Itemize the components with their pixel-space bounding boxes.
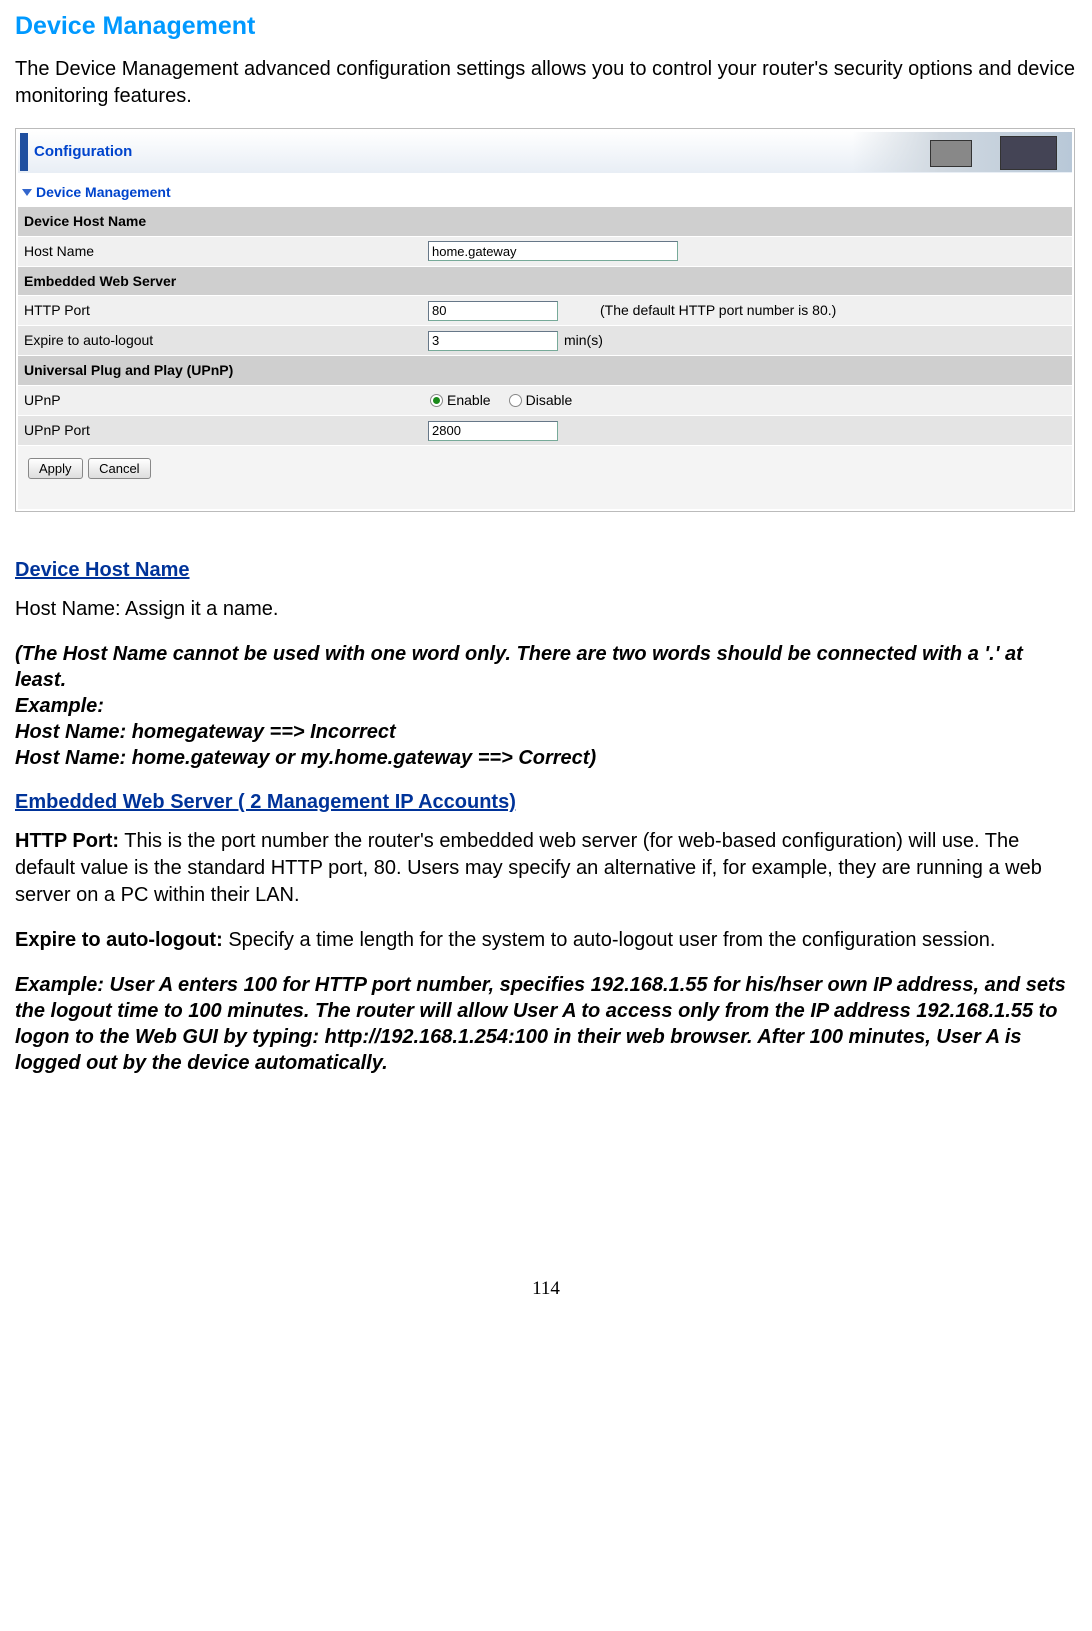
radio-checked-icon xyxy=(430,394,443,407)
page-title: Device Management xyxy=(15,10,1077,44)
expire-text: Specify a time length for the system to … xyxy=(223,929,996,951)
http-port-text: This is the port number the router's emb… xyxy=(15,830,1042,906)
upnp-port-row: UPnP Port xyxy=(18,415,1072,445)
apply-button[interactable]: Apply xyxy=(28,458,83,479)
device-management-section-header[interactable]: Device Management xyxy=(18,179,1072,206)
device-host-name-group-header: Device Host Name xyxy=(18,206,1072,236)
http-port-bold: HTTP Port: xyxy=(15,830,119,852)
upnp-disable-radio[interactable]: Disable xyxy=(509,391,573,410)
cancel-button[interactable]: Cancel xyxy=(88,458,150,479)
expire-input[interactable] xyxy=(428,331,558,351)
note-line-2: Example: xyxy=(15,693,1077,719)
upnp-label: UPnP xyxy=(18,391,428,410)
note-line-1: (The Host Name cannot be used with one w… xyxy=(15,641,1077,693)
host-name-description: Host Name: Assign it a name. xyxy=(15,596,1077,623)
expire-unit: min(s) xyxy=(564,331,603,350)
intro-paragraph: The Device Management advanced configura… xyxy=(15,56,1077,110)
configuration-label: Configuration xyxy=(34,142,132,162)
expire-label: Expire to auto-logout xyxy=(18,331,428,350)
radio-unchecked-icon xyxy=(509,394,522,407)
http-port-hint: (The default HTTP port number is 80.) xyxy=(600,301,836,320)
host-name-input[interactable] xyxy=(428,241,678,261)
embedded-web-server-heading: Embedded Web Server ( 2 Management IP Ac… xyxy=(15,789,1077,816)
expire-bold: Expire to auto-logout: xyxy=(15,929,223,951)
http-port-paragraph: HTTP Port: This is the port number the r… xyxy=(15,828,1077,909)
enable-label: Enable xyxy=(447,391,491,410)
webserver-example: Example: User A enters 100 for HTTP port… xyxy=(15,972,1077,1076)
upnp-port-label: UPnP Port xyxy=(18,421,428,440)
http-port-label: HTTP Port xyxy=(18,301,428,320)
config-header-bar: Configuration xyxy=(18,131,1072,173)
http-port-input[interactable] xyxy=(428,301,558,321)
button-row: Apply Cancel xyxy=(18,445,1072,509)
collapse-arrow-icon xyxy=(22,189,32,196)
host-name-note: (The Host Name cannot be used with one w… xyxy=(15,641,1077,771)
note-line-4: Host Name: home.gateway or my.home.gatew… xyxy=(15,745,1077,771)
router-screenshot: Configuration Device Management Device H… xyxy=(15,128,1075,513)
upnp-port-input[interactable] xyxy=(428,421,558,441)
http-port-row: HTTP Port (The default HTTP port number … xyxy=(18,295,1072,325)
embedded-web-server-group-header: Embedded Web Server xyxy=(18,266,1072,296)
header-devices-image xyxy=(852,132,1072,172)
device-host-name-heading: Device Host Name xyxy=(15,557,1077,584)
upnp-group-header: Universal Plug and Play (UPnP) xyxy=(18,355,1072,385)
upnp-row: UPnP Enable Disable xyxy=(18,385,1072,415)
disable-label: Disable xyxy=(526,391,573,410)
page-number: 114 xyxy=(15,1276,1077,1302)
section-title: Device Management xyxy=(36,183,171,202)
expire-row: Expire to auto-logout min(s) xyxy=(18,325,1072,355)
expire-paragraph: Expire to auto-logout: Specify a time le… xyxy=(15,927,1077,954)
upnp-enable-radio[interactable]: Enable xyxy=(430,391,491,410)
header-accent-bar xyxy=(20,133,28,171)
host-name-label: Host Name xyxy=(18,242,428,261)
note-line-3: Host Name: homegateway ==> Incorrect xyxy=(15,719,1077,745)
host-name-row: Host Name xyxy=(18,236,1072,266)
